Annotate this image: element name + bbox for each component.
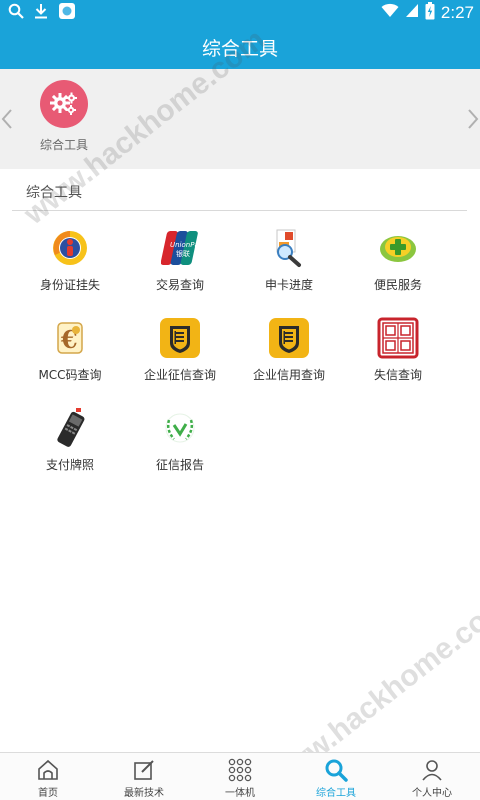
tool-label: 便民服务 [373, 278, 422, 292]
id-card-loss-icon [48, 226, 92, 270]
tool-enterprise-trust[interactable]: 企业信用查询 [234, 316, 344, 383]
tool-label: 申卡进度 [264, 278, 313, 292]
nav-label: 综合工具 [316, 788, 356, 799]
nav-item-latest-tech[interactable]: 最新技术 [96, 753, 192, 800]
banner-carousel[interactable] [0, 69, 480, 169]
nav-item-home[interactable]: 首页 [0, 753, 96, 800]
tool-label: 失信查询 [373, 368, 422, 382]
bottom-nav: 首页 最新技术 一体机 综合工具 个人中心 [0, 752, 480, 800]
wifi-icon [381, 3, 399, 22]
status-time: 2:27 [440, 2, 474, 22]
nav-item-all-in-one[interactable]: 一体机 [192, 753, 288, 800]
nav-item-tools[interactable]: 综合工具 [288, 753, 384, 800]
tool-card-progress[interactable]: 申卡进度 [234, 226, 344, 293]
tool-enterprise-credit[interactable]: 企业征信查询 [125, 316, 235, 383]
pos-terminal-icon [48, 406, 92, 450]
person-icon [420, 758, 444, 782]
carousel-next-button[interactable] [466, 107, 480, 135]
grid-dots-icon [228, 758, 252, 782]
enterprise-credit-icon [158, 316, 202, 360]
svg-text:UnionPay: UnionPay [170, 241, 199, 249]
gear-icon [40, 80, 88, 128]
nav-label: 个人中心 [412, 788, 452, 799]
nav-label: 一体机 [225, 788, 255, 799]
banner-item-tools[interactable] [37, 80, 91, 128]
tool-label: 企业信用查询 [252, 368, 325, 382]
carousel-prev-button[interactable] [0, 107, 14, 135]
card-progress-search-icon [267, 226, 311, 270]
tool-payment-license[interactable]: 支付牌照 [15, 406, 125, 473]
tool-label: MCC码查询 [38, 368, 102, 382]
plus-service-icon [376, 226, 420, 270]
tool-label: 企业征信查询 [143, 368, 216, 382]
tool-credit-report[interactable]: 征信报告 [125, 406, 235, 473]
edit-icon [132, 758, 156, 782]
download-icon [34, 3, 48, 23]
signal-icon [405, 3, 419, 22]
tool-label: 交易查询 [155, 278, 204, 292]
tool-transaction-query[interactable]: UnionPay 银联 交易查询 [125, 226, 235, 293]
unionpay-card-icon: UnionPay 银联 [158, 226, 202, 270]
tool-label: 征信报告 [155, 458, 204, 472]
battery-charging-icon [425, 1, 435, 24]
search-icon [8, 3, 24, 23]
tool-mcc-query[interactable]: € MCC码查询 [15, 316, 125, 383]
svg-text:银联: 银联 [176, 249, 190, 258]
app-notification-icon [58, 2, 76, 24]
section-divider [12, 210, 467, 211]
tool-label: 身份证挂失 [39, 278, 100, 292]
mcc-code-icon: € [48, 316, 92, 360]
status-system: 2:27 [381, 1, 474, 24]
search-icon [324, 758, 348, 782]
china-law-seal-icon [376, 316, 420, 360]
home-icon [36, 758, 60, 782]
tool-id-card-loss[interactable]: 身份证挂失 [15, 226, 125, 293]
banner-item-label: 综合工具 [40, 138, 89, 152]
nav-label: 最新技术 [124, 788, 164, 799]
credit-report-laurel-icon [158, 406, 202, 450]
tool-dishonest-query[interactable]: 失信查询 [343, 316, 453, 383]
tool-convenience-service[interactable]: 便民服务 [343, 226, 453, 293]
status-bar: 2:27 [0, 0, 480, 25]
nav-item-profile[interactable]: 个人中心 [384, 753, 480, 800]
nav-label: 首页 [38, 788, 58, 799]
status-notifications [8, 2, 76, 23]
tool-label: 支付牌照 [45, 458, 94, 472]
enterprise-trust-icon [267, 316, 311, 360]
